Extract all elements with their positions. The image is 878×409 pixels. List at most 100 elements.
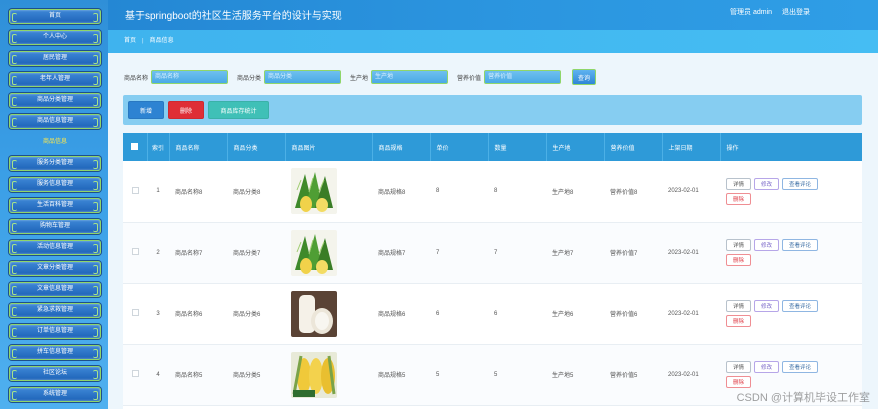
cell-category: 商品分类8 — [233, 189, 261, 196]
header-origin: 生产地 — [546, 133, 605, 161]
row-checkbox[interactable] — [131, 370, 139, 377]
cell-actions: 详情 修改 查看评论删除 — [720, 283, 862, 344]
header-name: 商品名称 — [169, 133, 228, 161]
header-date: 上架日期 — [662, 133, 721, 161]
watermark: CSDN @计算机毕设工作室 — [736, 392, 870, 404]
nutrition-input[interactable] — [484, 70, 562, 84]
sidebar-item-elderly[interactable]: 老年人管理 — [9, 72, 101, 87]
view-reviews-button[interactable]: 查看评论 — [782, 361, 819, 373]
site-title: 基于springboot的社区生活服务平台的设计与实现 — [125, 11, 342, 22]
detail-button[interactable]: 详情 — [726, 300, 752, 312]
cell-qty: 6 — [494, 310, 498, 317]
select-all-header — [123, 133, 148, 161]
breadcrumb-separator: | — [142, 38, 144, 44]
cell-category: 商品分类7 — [233, 251, 261, 257]
cell-name: 商品名称5 — [175, 373, 203, 379]
cell-index: 1 — [156, 188, 160, 195]
sidebar: 首页 个人中心 居民管理 老年人管理 商品分类管理 商品信息管理 商品信息 服务… — [0, 0, 108, 409]
origin-input[interactable] — [371, 70, 449, 84]
cell-image — [285, 161, 372, 222]
sidebar-item-article-category[interactable]: 文章分类管理 — [9, 261, 101, 276]
cell-nutrition: 营养价值5 — [610, 373, 638, 379]
detail-button[interactable]: 详情 — [726, 361, 752, 373]
sidebar-item-article-info[interactable]: 文章信息管理 — [9, 282, 101, 297]
sidebar-item-forum[interactable]: 社区论坛 — [9, 366, 101, 381]
cell-image — [285, 344, 372, 405]
cell-index: 4 — [156, 371, 160, 378]
cell-origin: 生产地5 — [552, 373, 574, 379]
batch-delete-button[interactable]: 删除 — [168, 101, 204, 119]
sidebar-item-service-category[interactable]: 服务分类管理 — [9, 156, 101, 171]
sidebar-item-product-info-manage[interactable]: 商品信息管理 — [9, 114, 101, 129]
cell-origin: 生产地7 — [552, 251, 574, 257]
delete-button[interactable]: 删除 — [726, 315, 752, 327]
breadcrumb-home[interactable]: 首页 — [124, 38, 136, 44]
edit-button[interactable]: 修改 — [754, 177, 780, 190]
row-select-cell — [123, 222, 147, 283]
sidebar-item-residents[interactable]: 居民管理 — [9, 51, 101, 66]
edit-button[interactable]: 修改 — [754, 361, 780, 373]
sidebar-item-carpool[interactable]: 拼车信息管理 — [9, 345, 101, 360]
detail-button[interactable]: 详情 — [726, 239, 752, 251]
row-checkbox[interactable] — [131, 186, 139, 194]
row-select-cell — [123, 344, 147, 405]
cell-image — [285, 222, 372, 283]
detail-button[interactable]: 详情 — [726, 177, 752, 190]
cell-actions: 详情 修改 查看评论删除 — [720, 222, 862, 283]
sidebar-item-home[interactable]: 首页 — [9, 9, 101, 24]
origin-label: 生产地 — [350, 75, 369, 82]
product-image — [291, 229, 337, 276]
table-row: 1 商品名称8 商品分类8 商品规格8 8 8 生产地8 营养价值8 2023-02-01 详情修… — [123, 161, 862, 222]
top-header: 基于springboot的社区生活服务平台的设计与实现 管理员 admin 退出… — [108, 0, 878, 30]
cell-date: 2023-02-01 — [668, 249, 699, 256]
cell-actions: 详情 修改 查看评论删除 — [720, 161, 862, 222]
delete-button[interactable]: 删除 — [726, 376, 752, 388]
cell-category: 商品分类5 — [233, 373, 261, 379]
cell-origin: 生产地6 — [552, 312, 574, 318]
delete-button[interactable]: 删除 — [726, 192, 752, 205]
cell-date: 2023-02-01 — [668, 371, 699, 378]
delete-button[interactable]: 删除 — [726, 254, 752, 266]
cell-qty: 8 — [494, 188, 498, 195]
sidebar-item-life-wiki[interactable]: 生活百科管理 — [9, 198, 101, 213]
header-price: 单价 — [430, 133, 489, 161]
sidebar-item-product-info[interactable]: 商品信息 — [9, 135, 101, 150]
sidebar-item-orders[interactable]: 订单信息管理 — [9, 324, 101, 339]
view-reviews-button[interactable]: 查看评论 — [782, 177, 819, 190]
search-button[interactable]: 查询 — [572, 69, 597, 85]
breadcrumb: 首页 | 商品信息 — [108, 30, 878, 53]
header-nutrition: 营养价值 — [604, 133, 663, 161]
cell-nutrition: 营养价值8 — [610, 189, 638, 196]
row-checkbox[interactable] — [131, 309, 139, 316]
edit-button[interactable]: 修改 — [754, 239, 780, 251]
table-row: 2 商品名称7 商品分类7 商品规格7 7 7 生产地7 营养价值7 2023-02-01 详情修… — [123, 222, 862, 283]
cell-category: 商品分类6 — [233, 312, 261, 318]
sidebar-item-product-category[interactable]: 商品分类管理 — [9, 93, 101, 108]
cell-image — [285, 283, 372, 344]
cell-name: 商品名称7 — [175, 251, 203, 257]
name-input[interactable] — [151, 70, 229, 84]
breadcrumb-current: 商品信息 — [149, 38, 174, 44]
select-all-checkbox[interactable] — [131, 142, 139, 150]
edit-button[interactable]: 修改 — [754, 300, 780, 312]
sidebar-item-service-info[interactable]: 服务信息管理 — [9, 177, 101, 192]
stock-stats-button[interactable]: 商品库存统计 — [208, 101, 269, 119]
sidebar-item-emergency[interactable]: 紧急求救管理 — [9, 303, 101, 318]
category-input[interactable] — [264, 70, 342, 84]
product-image — [291, 290, 337, 337]
logout-link[interactable]: 退出登录 — [782, 9, 810, 16]
sidebar-item-profile[interactable]: 个人中心 — [9, 30, 101, 45]
view-reviews-button[interactable]: 查看评论 — [782, 239, 819, 251]
table-row: 3 商品名称6 商品分类6 商品规格6 6 6 生产地6 营养价值6 2023-02-01 详情修… — [123, 283, 862, 344]
name-label: 商品名称 — [124, 75, 149, 82]
view-reviews-button[interactable]: 查看评论 — [782, 300, 819, 312]
sidebar-item-cart[interactable]: 购物车管理 — [9, 219, 101, 234]
row-checkbox[interactable] — [131, 248, 139, 255]
header-qty: 数量 — [488, 133, 547, 161]
sidebar-item-system[interactable]: 系统管理 — [9, 387, 101, 402]
cell-price: 6 — [436, 310, 440, 317]
cell-origin: 生产地8 — [552, 189, 574, 196]
cell-price: 7 — [436, 249, 440, 256]
sidebar-item-activities[interactable]: 活动信息管理 — [9, 240, 101, 255]
add-button[interactable]: 新增 — [128, 101, 164, 119]
